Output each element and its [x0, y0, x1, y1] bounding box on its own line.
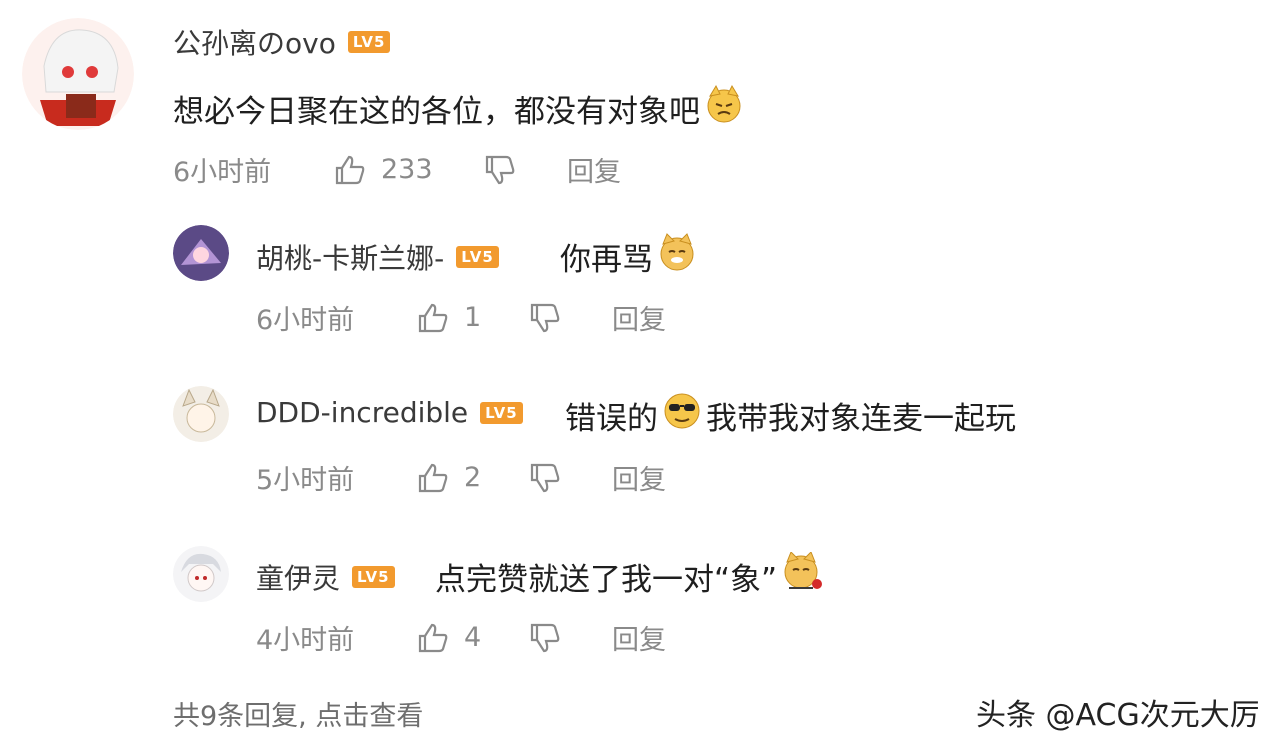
comment-body: 想必今日聚在这的各位，都没有对象吧: [173, 93, 700, 130]
avatar[interactable]: [173, 225, 229, 281]
sunglasses-emoji-icon: [662, 391, 702, 439]
doge-emoji-icon: [657, 232, 697, 280]
reply-button[interactable]: 回复: [567, 150, 621, 189]
like-button[interactable]: 233: [333, 153, 483, 187]
reply-meta: 5小时前 2 回复: [256, 458, 666, 497]
reply-username[interactable]: 童伊灵 LV5: [256, 557, 395, 597]
level-badge: LV5: [480, 401, 523, 424]
avatar[interactable]: [22, 18, 134, 130]
reply-meta: 4小时前 4 回复: [256, 618, 666, 657]
level-badge: LV5: [456, 246, 499, 268]
level-badge: LV5: [347, 31, 391, 53]
reply-text: 错误的 我带我对象连麦一起玩: [565, 391, 1016, 439]
thumbs-down-icon: [530, 303, 560, 332]
like-count: 4: [464, 622, 482, 653]
dislike-button[interactable]: [528, 301, 608, 335]
timestamp: 5小时前: [256, 465, 355, 496]
thumbs-down-icon: [530, 463, 560, 492]
username-text[interactable]: DDD-incredible: [256, 396, 468, 429]
timestamp: 6小时前: [256, 305, 355, 336]
reply-button[interactable]: 回复: [612, 618, 666, 657]
timestamp: 4小时前: [256, 625, 355, 656]
username-text[interactable]: 公孙离のovo: [173, 22, 336, 62]
cat-emoji-icon: [704, 84, 744, 132]
thumbs-up-icon: [418, 623, 448, 652]
thumbs-up-icon: [418, 303, 448, 332]
comment-username[interactable]: 公孙离のovo LV5: [173, 22, 391, 62]
view-more-replies-link[interactable]: 共9条回复, 点击查看: [173, 694, 423, 733]
like-count: 233: [381, 154, 433, 185]
reply-button[interactable]: 回复: [612, 458, 666, 497]
reply-body: 你再骂: [560, 241, 653, 278]
reply-username[interactable]: DDD-incredible LV5: [256, 396, 523, 429]
dislike-button[interactable]: [483, 153, 563, 187]
watermark-text: 头条 @ACG次元大厉: [976, 698, 1260, 733]
dislike-button[interactable]: [528, 461, 608, 495]
thumbs-up-icon: [418, 463, 448, 492]
thumbs-down-icon: [530, 623, 560, 652]
avatar[interactable]: [173, 546, 229, 602]
reply-body-after: 我带我对象连麦一起玩: [706, 400, 1016, 437]
comment-text: 想必今日聚在这的各位，都没有对象吧: [173, 84, 748, 132]
like-button[interactable]: 1: [416, 301, 528, 335]
username-text[interactable]: 胡桃-卡斯兰娜-: [256, 237, 444, 277]
reply-meta: 6小时前 1 回复: [256, 298, 666, 337]
dislike-button[interactable]: [528, 621, 608, 655]
like-button[interactable]: 2: [416, 461, 528, 495]
timestamp: 6小时前: [173, 157, 272, 188]
doge-rose-emoji-icon: [781, 551, 825, 600]
avatar[interactable]: [173, 386, 229, 442]
reply-text: 你再骂: [560, 232, 701, 280]
reply-button[interactable]: 回复: [612, 298, 666, 337]
like-count: 1: [464, 302, 482, 333]
like-count: 2: [464, 462, 482, 493]
thumbs-up-icon: [335, 155, 365, 184]
username-text[interactable]: 童伊灵: [256, 557, 340, 597]
reply-text: 点完赞就送了我一对“象”: [435, 551, 829, 600]
level-badge: LV5: [352, 566, 395, 588]
reply-body-before: 错误的: [565, 400, 658, 437]
reply-body: 点完赞就送了我一对“象”: [435, 561, 778, 598]
comment-meta: 6小时前 233 回复: [173, 150, 621, 189]
like-button[interactable]: 4: [416, 621, 528, 655]
reply-username[interactable]: 胡桃-卡斯兰娜- LV5: [256, 237, 499, 277]
thumbs-down-icon: [485, 155, 515, 184]
